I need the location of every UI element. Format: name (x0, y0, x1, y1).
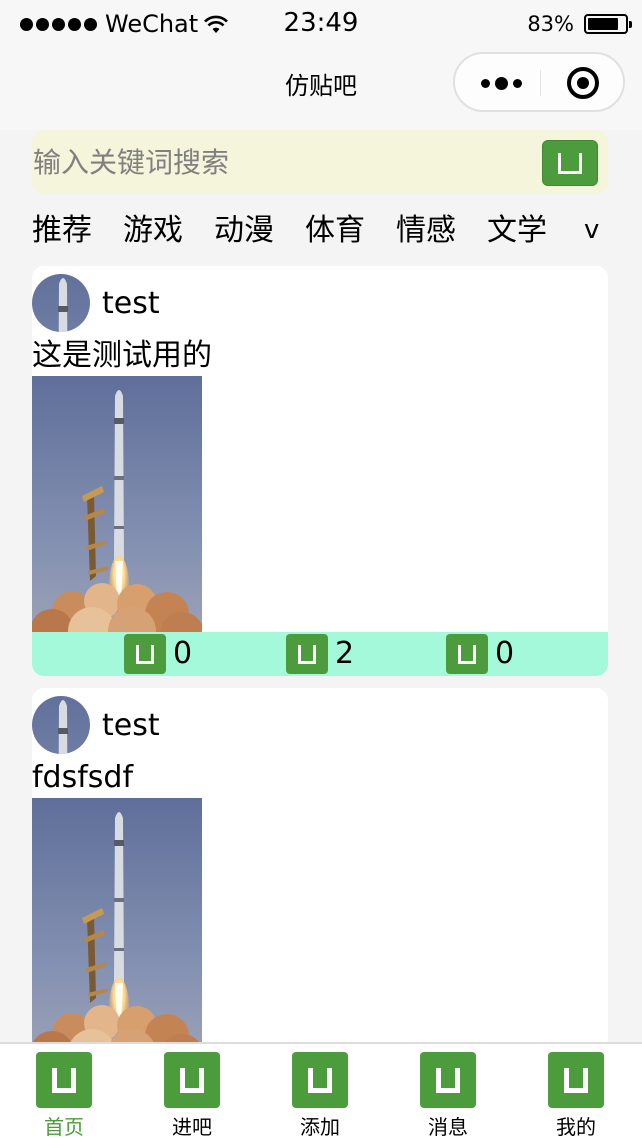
search-input[interactable] (32, 138, 532, 186)
post-text: 这是测试用的 (32, 338, 212, 373)
post-username[interactable]: test (102, 706, 160, 746)
category-tabs: 推荐 游戏 动漫 体育 情感 文学 v (32, 210, 612, 252)
category-tab-literature[interactable]: 文学 (487, 210, 547, 252)
post-text: fdsfsdf (32, 760, 134, 795)
search-button-icon[interactable] (542, 140, 598, 186)
tab-forums[interactable]: 进吧 (147, 1044, 237, 1138)
category-tab-sports[interactable]: 体育 (305, 210, 365, 252)
tab-messages[interactable]: 消息 (403, 1044, 493, 1138)
mini-program-capsule (453, 52, 625, 112)
tab-home[interactable]: 首页 (19, 1044, 109, 1138)
status-bar: WeChat 23:49 83% (0, 0, 642, 48)
profile-icon[interactable] (548, 1052, 604, 1108)
avatar[interactable] (32, 274, 90, 332)
category-tab-emotion[interactable]: 情感 (396, 210, 456, 252)
home-icon[interactable] (36, 1052, 92, 1108)
post-username[interactable]: test (102, 284, 160, 324)
tab-label: 添加 (300, 1115, 340, 1138)
post-card[interactable]: test 这是测试用的 0 2 0 (32, 266, 608, 676)
avatar-image (32, 274, 90, 332)
post-image[interactable] (32, 376, 202, 632)
category-tab-recommend[interactable]: 推荐 (32, 210, 92, 252)
forum-icon[interactable] (164, 1052, 220, 1108)
tab-label: 消息 (428, 1115, 468, 1138)
share-icon[interactable] (446, 634, 488, 674)
avatar[interactable] (32, 696, 90, 754)
post-action-bar: 0 2 0 (32, 632, 608, 676)
category-tab-anime[interactable]: 动漫 (214, 210, 274, 252)
category-expand-icon[interactable]: v (584, 210, 599, 250)
bottom-tab-bar: 首页 进吧 添加 消息 我的 (0, 1042, 642, 1138)
category-tab-games[interactable]: 游戏 (123, 210, 183, 252)
avatar-image (32, 696, 90, 754)
message-icon[interactable] (420, 1052, 476, 1108)
nav-bar: 仿贴吧 (0, 48, 642, 130)
search-bar (32, 130, 608, 194)
more-icon[interactable] (473, 72, 529, 94)
like-count: 0 (173, 636, 193, 671)
battery-icon (584, 14, 632, 34)
tab-label: 进吧 (172, 1115, 212, 1138)
share-count: 0 (495, 636, 515, 671)
tab-label: 我的 (556, 1115, 596, 1138)
comment-icon[interactable] (286, 634, 328, 674)
battery-percent: 83% (527, 12, 574, 36)
add-icon[interactable] (292, 1052, 348, 1108)
comment-count: 2 (335, 636, 355, 671)
close-mini-program-icon[interactable] (567, 67, 599, 99)
tab-profile[interactable]: 我的 (531, 1044, 621, 1138)
tab-add[interactable]: 添加 (275, 1044, 365, 1138)
tab-label: 首页 (44, 1115, 84, 1138)
battery-fill (588, 18, 618, 30)
status-right: 83% (527, 10, 632, 38)
like-icon[interactable] (124, 634, 166, 674)
capsule-divider (540, 70, 541, 96)
